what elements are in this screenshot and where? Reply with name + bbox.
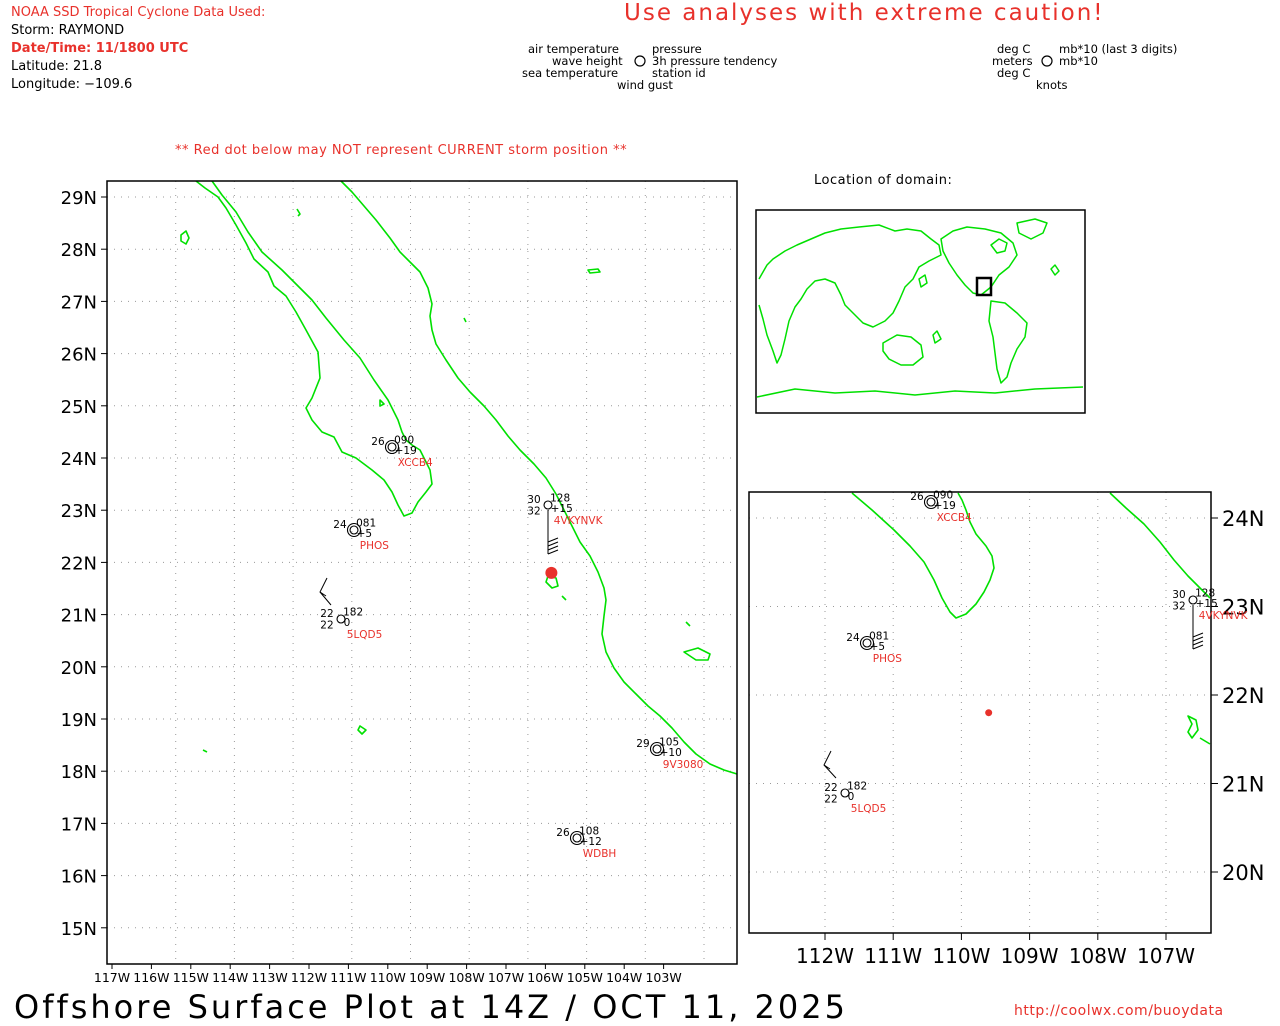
station-tendency: +5 [870,641,885,653]
station-tendency: +15 [1196,598,1218,610]
zoom-lon-label: 107W [1137,944,1195,968]
zoom-lat-label: 20N [1222,861,1264,885]
wind-barb-icon [823,750,837,779]
zoom-map-coastline [851,492,1211,745]
zoom-lon-label: 110W [932,944,990,968]
station-tendency: 0 [848,791,855,803]
station-id-label: 4VKYNVK [1199,610,1249,622]
station-sea-temp: 32 [1172,600,1185,612]
zoom-map-frame [748,491,1212,934]
zoom-map-storm-marker [985,709,993,717]
station-air-temp: 24 [846,632,860,644]
zoom-station-xccb4: 26 090+19XCCB4 [910,489,972,524]
zoom-map-stations: 26 090+19XCCB430 128+15324VKYNVK24 081+5PHO… [823,489,1249,815]
zoom-lon-label: 108W [1069,944,1127,968]
zoom-map-grid [749,492,1211,933]
station-air-temp: 30 [1172,589,1185,601]
station-air-temp: 26 [910,491,924,503]
zoom-lon-label: 111W [864,944,922,968]
storm-position-marker [985,709,993,717]
plot-title: Offshore Surface Plot at 14Z / OCT 11, 2… [14,988,848,1026]
station-air-temp: 22 [824,782,837,794]
zoom-lon-label: 112W [796,944,854,968]
station-id-label: XCCB4 [937,512,972,524]
zoom-map-lat-labels: 24N23N22N21N20N [1211,507,1264,885]
zoom-map: 24N23N22N21N20N 112W 111W 110W 109W 108W 107W… [748,489,1264,968]
zoom-station-5lqd5: 22 1820225LQD5 [824,780,886,815]
station-id-label: 5LQD5 [851,803,887,815]
zoom-lat-label: 24N [1222,507,1264,531]
zoom-station-phos: 24 081+5PHOS [846,630,902,665]
station-sea-temp: 22 [824,793,837,805]
zoom-map-lon-labels: 112W 111W 110W 109W 108W 107W [796,933,1195,968]
station-id-label: PHOS [873,653,902,665]
source-url-link[interactable]: http://coolwx.com/buoydata [1014,1003,1224,1019]
zoom-lat-label: 22N [1222,684,1264,708]
zoom-lon-label: 109W [1001,944,1059,968]
station-tendency: +19 [934,500,956,512]
zoom-lat-label: 21N [1222,773,1264,797]
